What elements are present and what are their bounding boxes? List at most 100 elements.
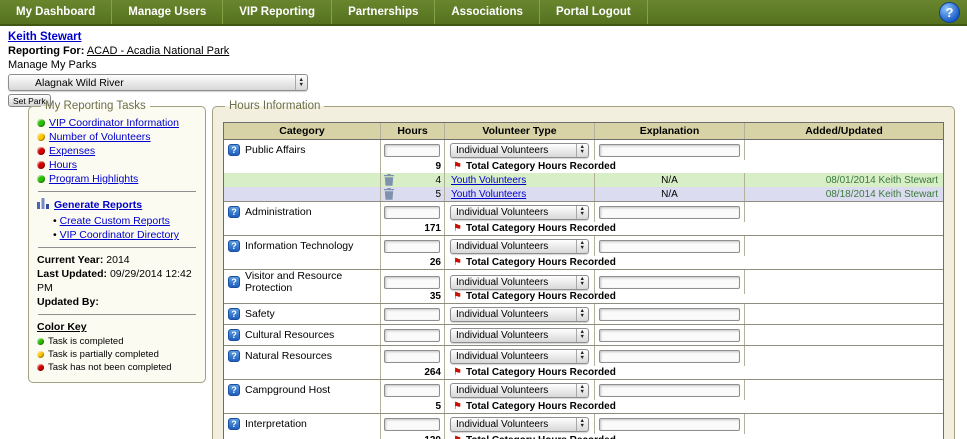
flag-icon: ⚑	[453, 258, 462, 268]
hours-category-block-cultural-resources: ?Cultural ResourcesIndividual Volunteers…	[224, 325, 943, 346]
select-arrows-icon: ▲▼	[295, 75, 307, 90]
hours-input[interactable]	[384, 144, 440, 157]
explanation-input[interactable]	[599, 384, 740, 397]
user-link[interactable]: Keith Stewart	[8, 31, 82, 43]
hours-input[interactable]	[384, 276, 440, 289]
hours-category-block-natural-resources: ?Natural ResourcesIndividual Volunteers▲…	[224, 346, 943, 380]
flag-icon: ⚑	[453, 292, 462, 302]
select-arrows-icon: ▲▼	[576, 276, 588, 289]
explanation-input[interactable]	[599, 206, 740, 219]
nav-item-manage-users[interactable]: Manage Users	[112, 0, 223, 24]
reporting-for-park-link[interactable]: ACAD - Acadia National Park	[87, 45, 229, 57]
nav-item-portal-logout[interactable]: Portal Logout	[540, 0, 648, 24]
volunteer-type-select[interactable]: Individual Volunteers▲▼	[450, 417, 589, 432]
color-key-title: Color Key	[37, 320, 197, 335]
volunteer-type-select[interactable]: Individual Volunteers▲▼	[450, 383, 589, 398]
column-header-added-updated: Added/Updated	[744, 123, 943, 139]
delete-icon[interactable]	[384, 188, 394, 200]
report-link-create-custom-reports[interactable]: Create Custom Reports	[60, 215, 170, 227]
help-icon[interactable]: ?	[228, 144, 240, 156]
help-icon[interactable]: ?	[228, 329, 240, 341]
updated-by-line: Updated By:	[37, 295, 197, 309]
help-icon[interactable]: ?	[939, 2, 960, 23]
task-link-expenses[interactable]: Expenses	[49, 144, 95, 158]
category-label: Administration	[245, 206, 312, 218]
delete-icon[interactable]	[384, 174, 394, 186]
bullet-icon: •	[53, 229, 60, 241]
volunteer-type-cell: Individual Volunteers▲▼	[444, 346, 594, 366]
select-arrows-icon: ▲▼	[576, 308, 588, 321]
hours-input[interactable]	[384, 384, 440, 397]
current-year-label: Current Year:	[37, 254, 103, 266]
hours-cell	[380, 202, 444, 222]
nav-item-my-dashboard[interactable]: My Dashboard	[0, 0, 112, 24]
explanation-input[interactable]	[599, 240, 740, 253]
explanation-input[interactable]	[599, 329, 740, 342]
hours-input[interactable]	[384, 418, 440, 431]
volunteer-type-cell: Individual Volunteers▲▼	[444, 380, 594, 400]
detail-type-link[interactable]: Youth Volunteers	[445, 189, 526, 200]
volunteer-type-select[interactable]: Individual Volunteers▲▼	[450, 349, 589, 364]
hours-cell	[380, 414, 444, 434]
explanation-input[interactable]	[599, 418, 740, 431]
category-cell: ? Administration	[224, 202, 380, 222]
detail-hours-cell: 4	[380, 173, 444, 187]
current-year-value: 2014	[106, 254, 129, 266]
explanation-input[interactable]	[599, 276, 740, 289]
task-link-vip-coordinator-information[interactable]: VIP Coordinator Information	[49, 116, 179, 130]
total-label-cell: ⚑Total Category Hours Recorded	[444, 400, 943, 413]
empty-cell	[224, 434, 380, 439]
flag-icon: ⚑	[453, 402, 462, 412]
task-link-program-highlights[interactable]: Program Highlights	[49, 172, 138, 186]
hours-cell	[380, 304, 444, 324]
help-icon[interactable]: ?	[228, 418, 240, 430]
hours-input[interactable]	[384, 350, 440, 363]
generate-reports-link[interactable]: Generate Reports	[54, 198, 142, 213]
help-icon[interactable]: ?	[228, 240, 240, 252]
hours-input[interactable]	[384, 240, 440, 253]
hours-input[interactable]	[384, 206, 440, 219]
volunteer-type-select[interactable]: Individual Volunteers▲▼	[450, 205, 589, 220]
category-cell: ?Public Affairs	[224, 140, 380, 160]
task-link-hours[interactable]: Hours	[49, 158, 77, 172]
volunteer-type-select[interactable]: Individual Volunteers▲▼	[450, 328, 589, 343]
category-total-row: 26⚑Total Category Hours Recorded	[224, 256, 943, 269]
task-link-number-of-volunteers[interactable]: Number of Volunteers	[49, 130, 151, 144]
divider	[38, 314, 196, 315]
nav-item-partnerships[interactable]: Partnerships	[332, 0, 435, 24]
total-label-cell: ⚑Total Category Hours Recorded	[444, 222, 943, 235]
explanation-cell	[594, 325, 744, 345]
select-arrows-icon: ▲▼	[576, 144, 588, 157]
explanation-cell	[594, 236, 744, 256]
help-icon[interactable]: ?	[228, 350, 240, 362]
nav-item-associations[interactable]: Associations	[435, 0, 540, 24]
explanation-input[interactable]	[599, 308, 740, 321]
hours-category-block-campground-host: ?Campground HostIndividual Volunteers▲▼5…	[224, 380, 943, 414]
help-icon[interactable]: ?	[228, 308, 240, 320]
color-key-item-yellow: Task is partially completed	[37, 348, 197, 361]
help-icon[interactable]: ?	[228, 276, 240, 288]
explanation-input[interactable]	[599, 350, 740, 363]
explanation-cell	[594, 202, 744, 222]
nav-item-vip-reporting[interactable]: VIP Reporting	[223, 0, 332, 24]
report-link-vip-coordinator-directory[interactable]: VIP Coordinator Directory	[60, 229, 179, 241]
total-hours-value: 26	[380, 256, 444, 269]
volunteer-type-select[interactable]: Individual Volunteers▲▼	[450, 307, 589, 322]
color-key-label: Task is partially completed	[48, 348, 159, 361]
volunteer-type-select[interactable]: Individual Volunteers▲▼	[450, 143, 589, 158]
volunteer-type-value: Individual Volunteers	[456, 207, 548, 218]
volunteer-type-cell: Individual Volunteers▲▼	[444, 304, 594, 324]
hours-information-panel: Hours Information CategoryHoursVolunteer…	[212, 100, 955, 439]
detail-type-link[interactable]: Youth Volunteers	[445, 175, 526, 186]
help-icon[interactable]: ?	[228, 206, 240, 218]
hours-input[interactable]	[384, 329, 440, 342]
volunteer-type-select[interactable]: Individual Volunteers▲▼	[450, 239, 589, 254]
help-icon[interactable]: ?	[228, 384, 240, 396]
explanation-input[interactable]	[599, 144, 740, 157]
added-updated-cell	[744, 380, 943, 400]
volunteer-type-select[interactable]: Individual Volunteers▲▼	[450, 275, 589, 290]
hours-input[interactable]	[384, 308, 440, 321]
color-key-label: Task has not been completed	[48, 361, 172, 374]
color-key-items: Task is completedTask is partially compl…	[37, 335, 197, 374]
park-select[interactable]: Alagnak Wild River ▲▼	[8, 74, 308, 91]
